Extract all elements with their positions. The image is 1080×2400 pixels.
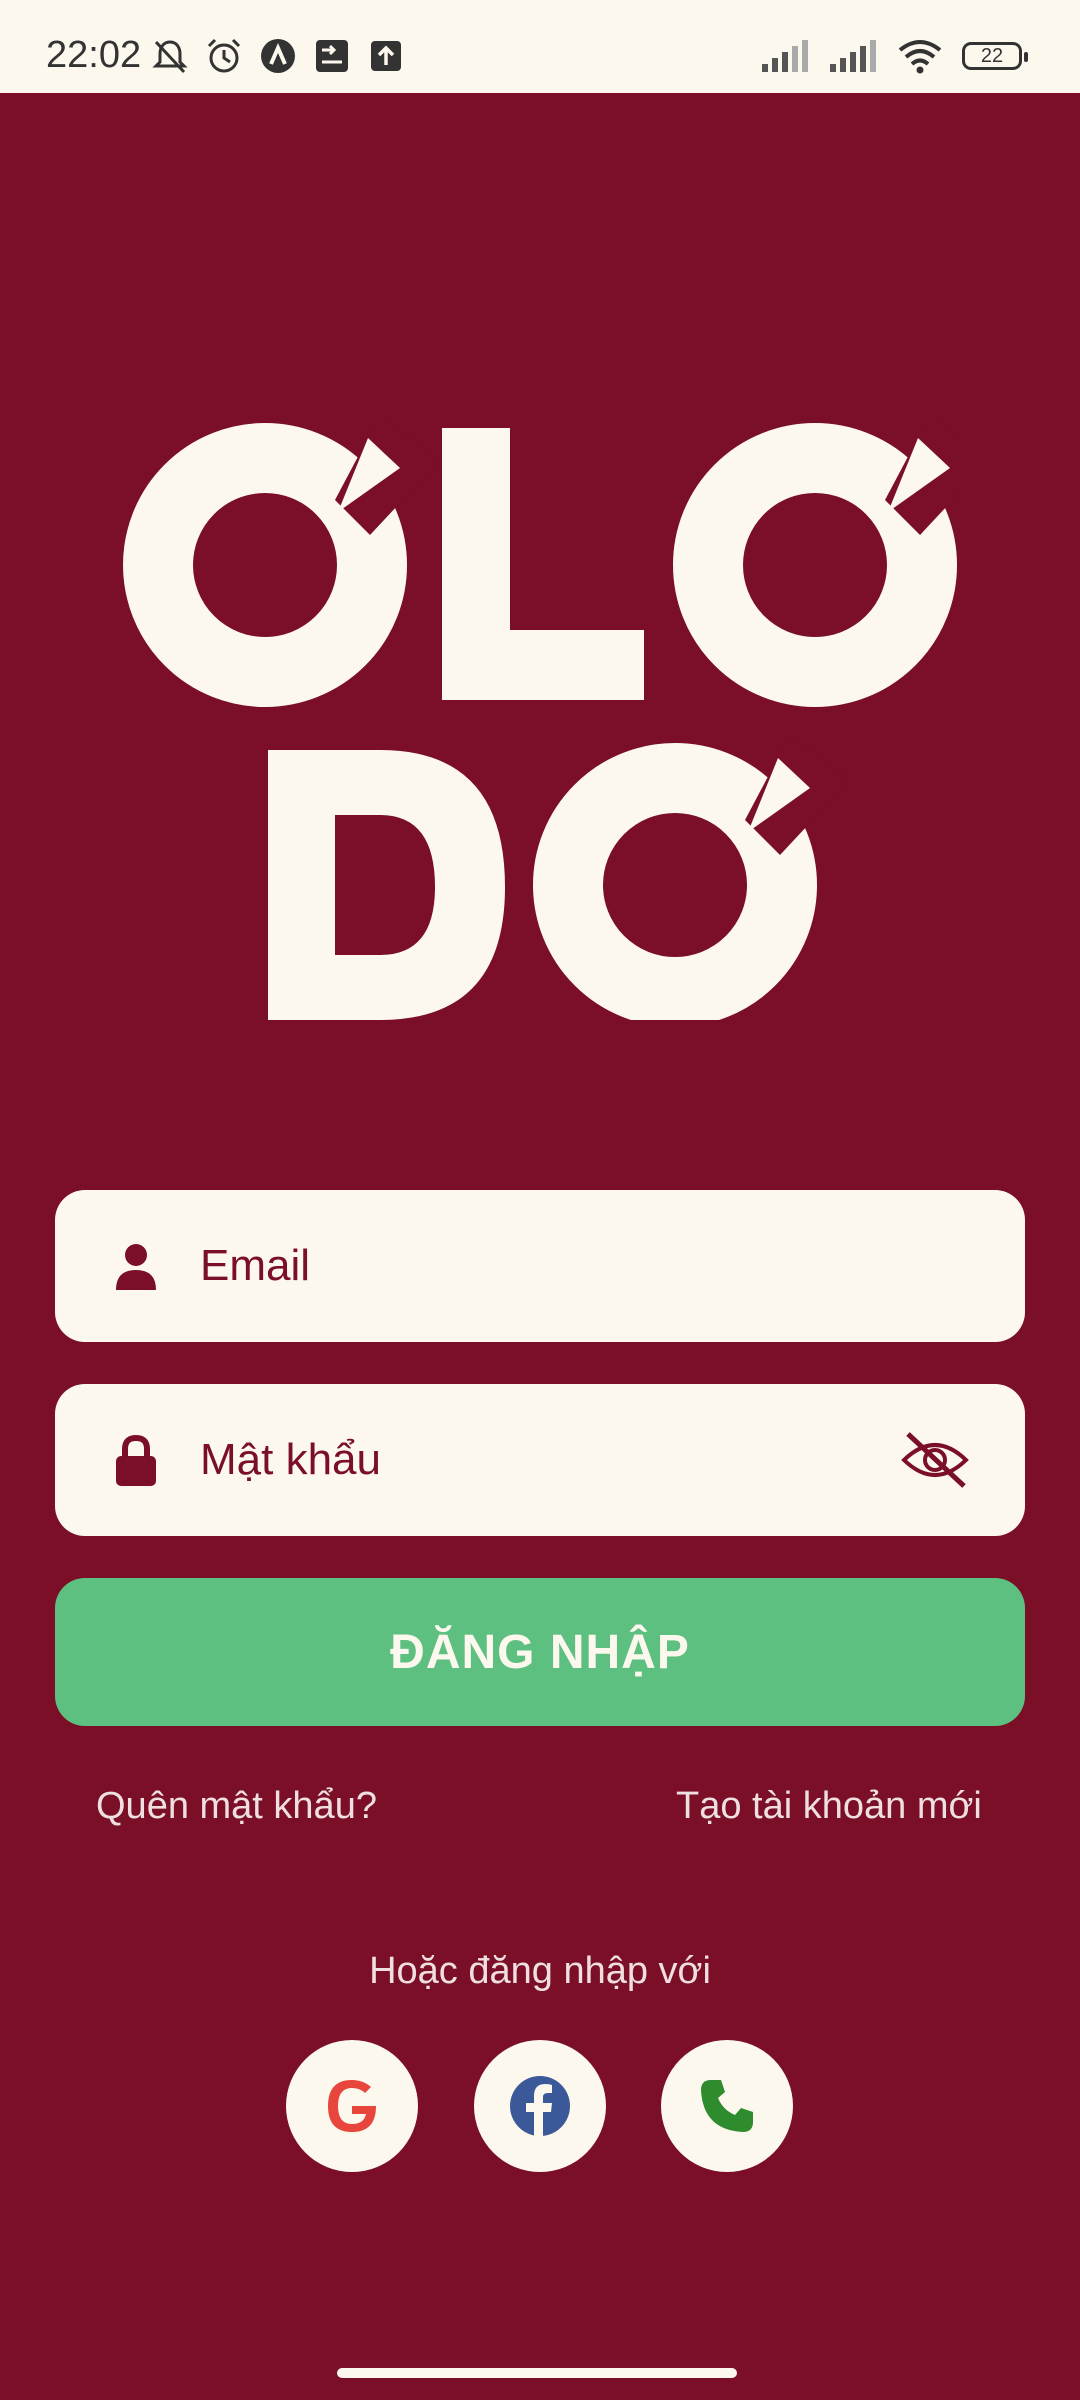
alarm-icon — [207, 38, 241, 73]
status-time: 22:02 — [46, 34, 142, 76]
phone-login-button[interactable] — [661, 2040, 793, 2172]
login-button[interactable]: ĐĂNG NHẬP — [55, 1578, 1025, 1726]
user-icon — [116, 1244, 156, 1290]
eye-off-icon[interactable] — [900, 1430, 970, 1490]
signal-icon — [830, 40, 876, 72]
logo-letter-l — [442, 428, 644, 700]
logo-letter-d — [268, 750, 505, 1020]
app-transfer-icon — [316, 40, 348, 72]
google-login-button[interactable] — [286, 2040, 418, 2172]
facebook-login-button[interactable] — [474, 2040, 606, 2172]
wifi-icon — [898, 40, 942, 74]
facebook-icon — [510, 2076, 570, 2136]
system-icons: 22 — [760, 36, 1028, 76]
google-icon — [328, 2080, 376, 2132]
app-a-icon — [261, 39, 295, 73]
logo-letter-o-1 — [123, 420, 440, 707]
home-indicator[interactable] — [337, 2368, 737, 2378]
password-placeholder: Mật khẩu — [200, 1435, 381, 1484]
olodo-logo — [123, 420, 960, 1020]
lock-icon — [116, 1434, 156, 1486]
upload-icon — [371, 41, 401, 71]
signal-icon — [762, 40, 808, 72]
bell-off-icon — [152, 40, 188, 74]
status-bar: 22:02 22 — [0, 0, 1080, 93]
password-field[interactable]: Mật khẩu — [55, 1384, 1025, 1536]
phone-icon — [701, 2080, 753, 2132]
email-field[interactable]: Email — [55, 1190, 1025, 1342]
notification-icons — [150, 36, 406, 76]
battery-icon: 22 — [962, 42, 1028, 70]
forgot-password-link[interactable]: Quên mật khẩu? — [96, 1785, 377, 1828]
logo-letter-o-3 — [533, 735, 850, 1020]
email-placeholder: Email — [200, 1241, 311, 1290]
logo-letter-o-2 — [673, 420, 960, 707]
battery-level: 22 — [980, 44, 1004, 67]
or-login-with-label: Hoặc đăng nhập với — [369, 1950, 711, 1992]
create-account-link[interactable]: Tạo tài khoản mới — [676, 1785, 982, 1828]
